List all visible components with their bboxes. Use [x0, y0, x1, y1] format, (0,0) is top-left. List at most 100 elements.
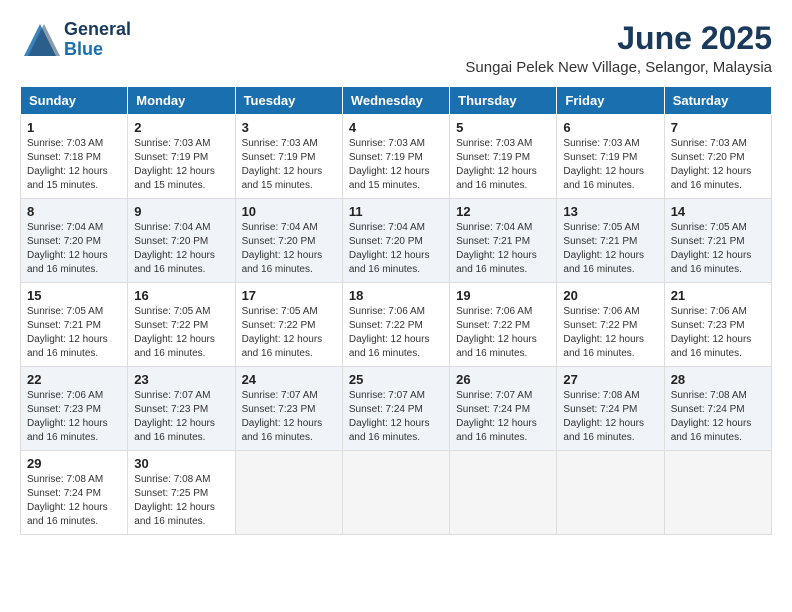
calendar-week-5: 29 Sunrise: 7:08 AM Sunset: 7:24 PM Dayli… [21, 451, 772, 535]
day-number: 14 [671, 204, 765, 219]
weekday-header-saturday: Saturday [664, 87, 771, 115]
day-info: Sunrise: 7:03 AM Sunset: 7:20 PM Dayligh… [671, 137, 765, 193]
day-info: Sunrise: 7:08 AM Sunset: 7:24 PM Dayligh… [671, 389, 765, 445]
logo-text: General Blue [64, 20, 131, 60]
day-number: 21 [671, 288, 765, 303]
calendar-cell [450, 451, 557, 535]
weekday-header-wednesday: Wednesday [342, 87, 449, 115]
calendar-cell: 16 Sunrise: 7:05 AM Sunset: 7:22 PM Dayli… [128, 283, 235, 367]
day-number: 18 [349, 288, 443, 303]
day-info: Sunrise: 7:03 AM Sunset: 7:19 PM Dayligh… [563, 137, 657, 193]
day-info: Sunrise: 7:06 AM Sunset: 7:23 PM Dayligh… [671, 305, 765, 361]
day-number: 15 [27, 288, 121, 303]
day-info: Sunrise: 7:06 AM Sunset: 7:23 PM Dayligh… [27, 389, 121, 445]
calendar-cell: 29 Sunrise: 7:08 AM Sunset: 7:24 PM Dayli… [21, 451, 128, 535]
day-info: Sunrise: 7:05 AM Sunset: 7:22 PM Dayligh… [242, 305, 336, 361]
day-number: 30 [134, 456, 228, 471]
month-title: June 2025 [465, 20, 772, 57]
calendar-cell: 28 Sunrise: 7:08 AM Sunset: 7:24 PM Dayli… [664, 367, 771, 451]
calendar-cell: 30 Sunrise: 7:08 AM Sunset: 7:25 PM Dayli… [128, 451, 235, 535]
day-info: Sunrise: 7:03 AM Sunset: 7:19 PM Dayligh… [349, 137, 443, 193]
day-info: Sunrise: 7:03 AM Sunset: 7:19 PM Dayligh… [242, 137, 336, 193]
day-info: Sunrise: 7:08 AM Sunset: 7:24 PM Dayligh… [27, 473, 121, 529]
day-info: Sunrise: 7:03 AM Sunset: 7:19 PM Dayligh… [134, 137, 228, 193]
logo-icon [20, 20, 60, 60]
day-info: Sunrise: 7:05 AM Sunset: 7:22 PM Dayligh… [134, 305, 228, 361]
title-block: June 2025 Sungai Pelek New Village, Sela… [465, 20, 772, 76]
calendar-cell: 7 Sunrise: 7:03 AM Sunset: 7:20 PM Daylig… [664, 115, 771, 199]
day-number: 8 [27, 204, 121, 219]
logo-blue: Blue [64, 40, 131, 60]
logo-general: General [64, 20, 131, 40]
logo: General Blue [20, 20, 131, 60]
weekday-header-friday: Friday [557, 87, 664, 115]
calendar-cell [664, 451, 771, 535]
day-info: Sunrise: 7:03 AM Sunset: 7:18 PM Dayligh… [27, 137, 121, 193]
calendar-cell: 10 Sunrise: 7:04 AM Sunset: 7:20 PM Dayli… [235, 199, 342, 283]
calendar-cell: 8 Sunrise: 7:04 AM Sunset: 7:20 PM Daylig… [21, 199, 128, 283]
day-number: 23 [134, 372, 228, 387]
day-number: 28 [671, 372, 765, 387]
day-number: 3 [242, 120, 336, 135]
calendar-cell: 12Sunrise: 7:04 AM Sunset: 7:21 PM Dayli… [450, 199, 557, 283]
calendar-cell: 21 Sunrise: 7:06 AM Sunset: 7:23 PM Dayli… [664, 283, 771, 367]
day-info: Sunrise: 7:05 AM Sunset: 7:21 PM Dayligh… [27, 305, 121, 361]
calendar-cell: 17 Sunrise: 7:05 AM Sunset: 7:22 PM Dayli… [235, 283, 342, 367]
day-info: Sunrise: 7:04 AM Sunset: 7:20 PM Dayligh… [27, 221, 121, 277]
page-header: General Blue June 2025 Sungai Pelek New … [20, 20, 772, 76]
calendar-cell: 19 Sunrise: 7:06 AM Sunset: 7:22 PM Dayli… [450, 283, 557, 367]
day-number: 7 [671, 120, 765, 135]
calendar-cell: 9 Sunrise: 7:04 AM Sunset: 7:20 PM Daylig… [128, 199, 235, 283]
day-number: 22 [27, 372, 121, 387]
day-info: Sunrise: 7:05 AM Sunset: 7:21 PM Dayligh… [671, 221, 765, 277]
day-number: 19 [456, 288, 550, 303]
day-number: 6 [563, 120, 657, 135]
day-number: 13 [563, 204, 657, 219]
day-info: Sunrise: 7:06 AM Sunset: 7:22 PM Dayligh… [349, 305, 443, 361]
day-number: 29 [27, 456, 121, 471]
day-number: 20 [563, 288, 657, 303]
day-number: 5 [456, 120, 550, 135]
calendar-week-4: 22 Sunrise: 7:06 AM Sunset: 7:23 PM Dayli… [21, 367, 772, 451]
calendar-cell: 14 Sunrise: 7:05 AM Sunset: 7:21 PM Dayli… [664, 199, 771, 283]
day-number: 10 [242, 204, 336, 219]
day-number: 11 [349, 204, 443, 219]
day-number: 24 [242, 372, 336, 387]
day-number: 9 [134, 204, 228, 219]
day-info: Sunrise: 7:08 AM Sunset: 7:24 PM Dayligh… [563, 389, 657, 445]
day-info: Sunrise: 7:03 AM Sunset: 7:19 PM Dayligh… [456, 137, 550, 193]
day-number: 26 [456, 372, 550, 387]
day-number: 12 [456, 204, 550, 219]
day-info: Sunrise: 7:05 AM Sunset: 7:21 PM Dayligh… [563, 221, 657, 277]
day-number: 1 [27, 120, 121, 135]
calendar-week-1: 1 Sunrise: 7:03 AM Sunset: 7:18 PM Daylig… [21, 115, 772, 199]
day-info: Sunrise: 7:04 AM Sunset: 7:20 PM Dayligh… [349, 221, 443, 277]
day-info: Sunrise: 7:06 AM Sunset: 7:22 PM Dayligh… [563, 305, 657, 361]
day-number: 16 [134, 288, 228, 303]
day-info: Sunrise: 7:04 AM Sunset: 7:20 PM Dayligh… [134, 221, 228, 277]
calendar-cell: 4 Sunrise: 7:03 AM Sunset: 7:19 PM Daylig… [342, 115, 449, 199]
day-info: Sunrise: 7:08 AM Sunset: 7:25 PM Dayligh… [134, 473, 228, 529]
calendar-cell: 13 Sunrise: 7:05 AM Sunset: 7:21 PM Dayli… [557, 199, 664, 283]
calendar-cell: 20 Sunrise: 7:06 AM Sunset: 7:22 PM Dayli… [557, 283, 664, 367]
calendar: SundayMondayTuesdayWednesdayThursdayFrid… [20, 86, 772, 535]
calendar-cell: 11 Sunrise: 7:04 AM Sunset: 7:20 PM Dayli… [342, 199, 449, 283]
calendar-week-3: 15 Sunrise: 7:05 AM Sunset: 7:21 PM Dayli… [21, 283, 772, 367]
day-info: Sunrise: 7:07 AM Sunset: 7:23 PM Dayligh… [242, 389, 336, 445]
day-info: Sunrise: 7:07 AM Sunset: 7:24 PM Dayligh… [349, 389, 443, 445]
day-info: Sunrise: 7:04 AM Sunset: 7:20 PM Dayligh… [242, 221, 336, 277]
weekday-header-row: SundayMondayTuesdayWednesdayThursdayFrid… [21, 87, 772, 115]
calendar-cell: 26 Sunrise: 7:07 AM Sunset: 7:24 PM Dayli… [450, 367, 557, 451]
calendar-cell: 22 Sunrise: 7:06 AM Sunset: 7:23 PM Dayli… [21, 367, 128, 451]
weekday-header-thursday: Thursday [450, 87, 557, 115]
day-info: Sunrise: 7:07 AM Sunset: 7:23 PM Dayligh… [134, 389, 228, 445]
day-number: 4 [349, 120, 443, 135]
calendar-cell: 3 Sunrise: 7:03 AM Sunset: 7:19 PM Daylig… [235, 115, 342, 199]
calendar-cell: 18 Sunrise: 7:06 AM Sunset: 7:22 PM Dayli… [342, 283, 449, 367]
day-info: Sunrise: 7:07 AM Sunset: 7:24 PM Dayligh… [456, 389, 550, 445]
calendar-cell: 6 Sunrise: 7:03 AM Sunset: 7:19 PM Daylig… [557, 115, 664, 199]
day-info: Sunrise: 7:06 AM Sunset: 7:22 PM Dayligh… [456, 305, 550, 361]
day-number: 25 [349, 372, 443, 387]
weekday-header-sunday: Sunday [21, 87, 128, 115]
day-number: 17 [242, 288, 336, 303]
